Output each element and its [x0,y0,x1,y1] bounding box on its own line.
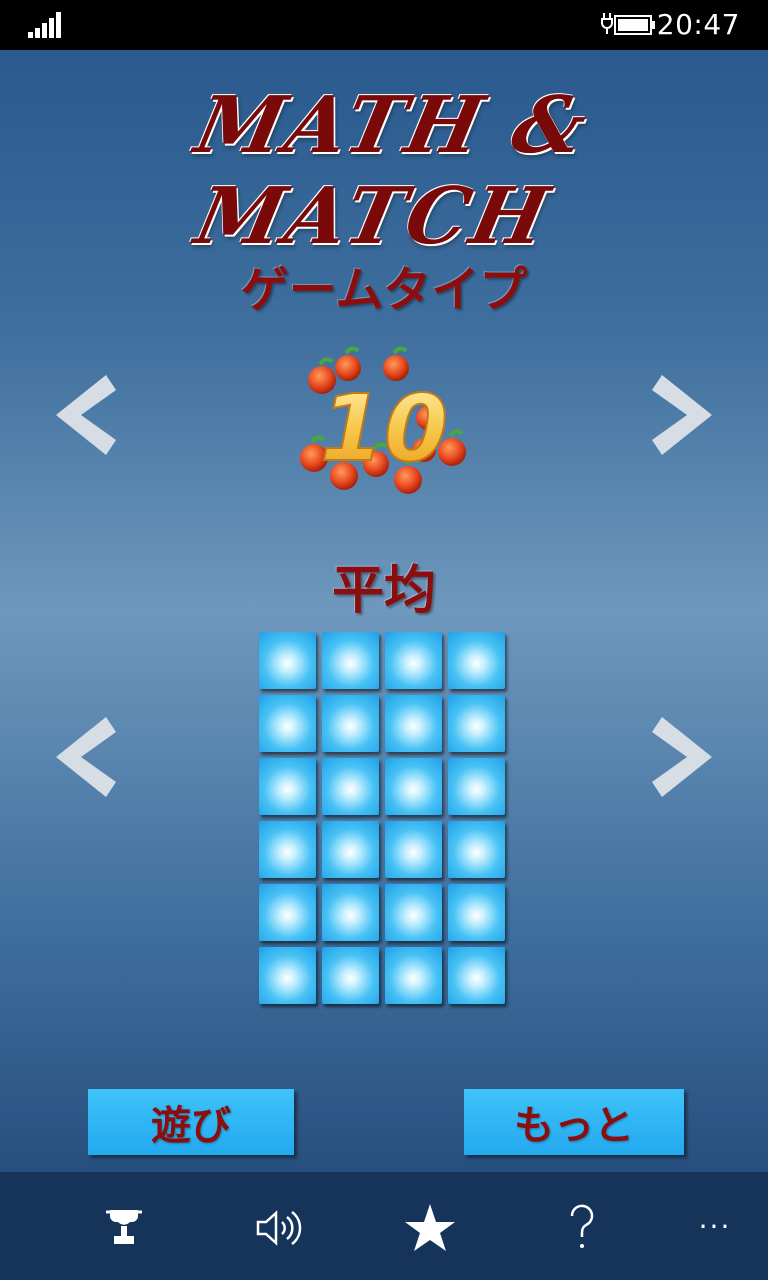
grid-tile [322,758,379,815]
battery-charging-icon [601,13,655,35]
grid-tile [385,695,442,752]
speaker-icon[interactable] [250,1200,306,1256]
grid-tile [259,758,316,815]
app-logo: MATH & MATCH [18,80,748,262]
grid-tile [322,632,379,689]
play-button[interactable]: 遊び [88,1089,294,1155]
svg-text:10: 10 [320,375,448,482]
grid-tile [259,632,316,689]
app-logo-text: MATH & MATCH [187,80,598,262]
grid-tile [448,947,505,1004]
next-game-type-chevron-icon[interactable] [652,370,722,460]
more-options-button[interactable]: ... [690,1202,740,1235]
grid-tile [259,821,316,878]
grid-tile [259,884,316,941]
difficulty-title: 平均 [331,561,436,621]
grid-tile [448,758,505,815]
grid-tile [322,695,379,752]
grid-tile [448,821,505,878]
game-type-apples-icon: 10 [300,346,466,494]
grid-tile [448,884,505,941]
grid-tile [448,695,505,752]
grid-tile [259,947,316,1004]
grid-tile [385,884,442,941]
signal-bars-icon [28,12,61,38]
status-bar: 20:47 [0,0,768,50]
grid-tile [322,884,379,941]
grid-tile [385,947,442,1004]
trophy-icon[interactable] [96,1200,152,1256]
star-icon[interactable] [402,1200,458,1256]
question-icon[interactable] [554,1200,610,1256]
main-screen: MATH & MATCH ゲームタイプ 10 平均 遊び もっと [0,50,768,1172]
grid-tile [385,758,442,815]
grid-tile [448,632,505,689]
more-button[interactable]: もっと [464,1089,684,1155]
grid-tile [385,821,442,878]
grid-tile [322,821,379,878]
grid-tile [385,632,442,689]
difficulty-grid-preview [259,632,511,1010]
game-type-title: ゲームタイプ [240,262,528,318]
app-bar: ... [0,1172,768,1280]
previous-game-type-chevron-icon[interactable] [46,370,116,460]
status-time: 20:47 [656,8,740,41]
grid-tile [259,695,316,752]
grid-tile [322,947,379,1004]
previous-difficulty-chevron-icon[interactable] [46,712,116,802]
next-difficulty-chevron-icon[interactable] [652,712,722,802]
